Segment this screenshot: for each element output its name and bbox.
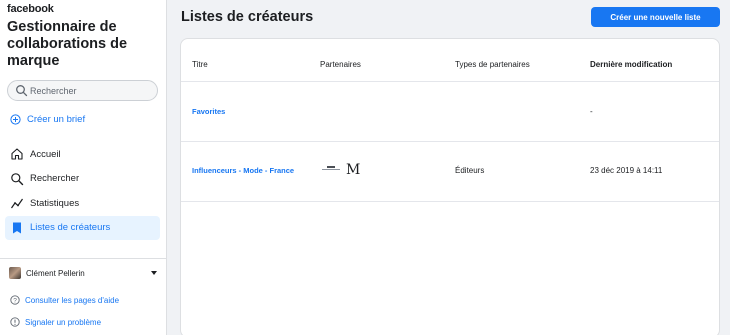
bookmark-icon [13, 222, 21, 233]
warning-icon [10, 317, 20, 327]
create-list-button[interactable]: Créer une nouvelle liste [591, 7, 720, 27]
search-icon [16, 85, 28, 97]
sidebar-item-label: Rechercher [30, 173, 80, 184]
report-label: Signaler un problème [25, 317, 102, 327]
list-title-link[interactable]: Favorites [192, 107, 225, 116]
list-title-link[interactable]: Influenceurs - Mode - France [192, 166, 294, 175]
partner-types-cell: Éditeurs [455, 166, 485, 175]
plus-circle-icon [10, 113, 21, 125]
page-title: Listes de créateurs [181, 9, 314, 25]
sidebar-item-statistics[interactable]: Statistiques [5, 191, 160, 215]
column-header-last-modified[interactable]: Dernière modification [590, 60, 672, 69]
sidebar-item-home[interactable]: Accueil [5, 142, 160, 166]
last-modified-cell: - [590, 107, 593, 116]
caret-down-icon [151, 271, 157, 275]
sidebar-divider [0, 258, 167, 259]
question-icon: ? [10, 295, 20, 305]
table-header: Titre Partenaires Types de partenaires D… [181, 39, 719, 82]
partner-logo[interactable] [322, 166, 340, 174]
avatar [9, 267, 21, 279]
app-title: Gestionnaire de collaborations de marque [7, 19, 128, 69]
search-box[interactable] [7, 80, 158, 101]
sidebar-item-creator-lists[interactable]: Listes de créateurs [5, 215, 160, 240]
column-header-partner-types[interactable]: Types de partenaires [455, 60, 530, 69]
search-input[interactable] [30, 82, 150, 99]
sidebar-item-label: Listes de créateurs [30, 222, 111, 233]
help-label: Consulter les pages d'aide [25, 295, 120, 305]
search-icon [11, 172, 24, 185]
user-name: Clément Pellerin [26, 268, 85, 278]
column-header-title[interactable]: Titre [192, 60, 208, 69]
table-row[interactable]: Favorites - [181, 82, 719, 142]
facebook-logo[interactable]: facebook [7, 3, 54, 15]
sidebar-nav: Accueil Rechercher Statistiques Listes d… [5, 142, 160, 240]
sidebar-item-label: Statistiques [30, 197, 80, 209]
sidebar: facebook Gestionnaire de collaborations … [0, 0, 167, 335]
partner-logos: M [322, 163, 360, 177]
column-header-partners[interactable]: Partenaires [320, 60, 361, 69]
sidebar-item-search[interactable]: Rechercher [5, 167, 160, 191]
last-modified-cell: 23 déc 2019 à 14:11 [590, 166, 663, 175]
report-problem-link[interactable]: Signaler un problème [10, 317, 101, 327]
sidebar-item-label: Accueil [30, 148, 61, 160]
chart-icon [11, 198, 23, 209]
help-link[interactable]: ? Consulter les pages d'aide [10, 295, 119, 305]
creator-lists-table: Titre Partenaires Types de partenaires D… [180, 38, 720, 335]
table-row[interactable]: Influenceurs - Mode - France M Éditeurs … [181, 142, 719, 202]
create-brief-link[interactable]: Créer un brief [10, 112, 85, 126]
partner-logo-m[interactable]: M [346, 163, 360, 177]
create-brief-label: Créer un brief [27, 113, 86, 125]
home-icon [11, 148, 23, 160]
account-switcher[interactable]: Clément Pellerin [9, 266, 157, 280]
svg-text:?: ? [13, 297, 17, 304]
